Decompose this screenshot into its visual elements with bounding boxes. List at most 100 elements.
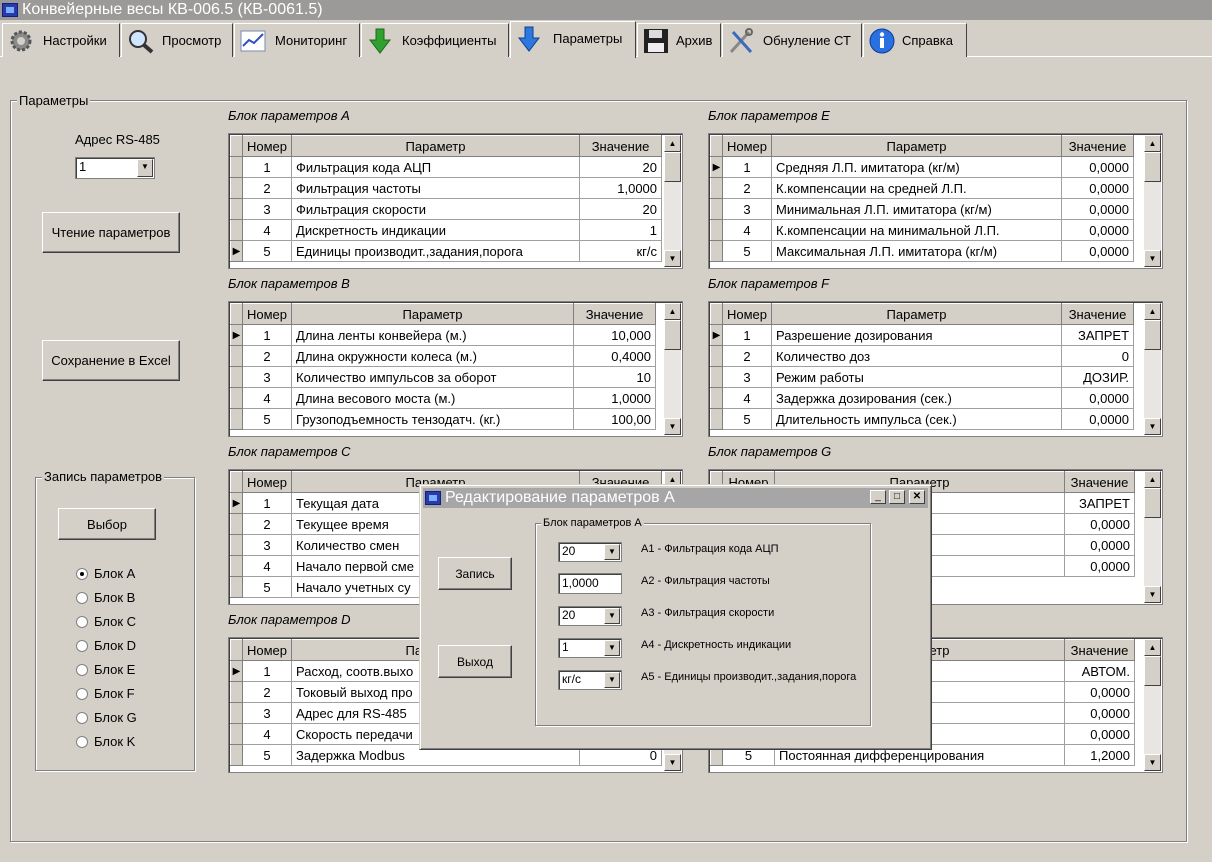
table-row[interactable]: 3 Количество импульсов за оборот 10 <box>230 366 657 388</box>
cell-number[interactable]: 3 <box>722 366 773 388</box>
radio-block-5[interactable]: Блок E <box>76 662 135 677</box>
row-indicator[interactable] <box>230 702 243 724</box>
cell-value[interactable]: 0,0000 <box>1061 240 1135 262</box>
a3-combo[interactable]: 20 ▼ <box>558 606 622 626</box>
header-value[interactable]: Значение <box>1064 639 1135 661</box>
row-indicator[interactable] <box>230 219 243 241</box>
cell-value[interactable]: ДОЗИР. <box>1061 366 1135 388</box>
cell-number[interactable]: 5 <box>242 576 293 598</box>
cell-value[interactable]: 100,00 <box>573 408 657 430</box>
cell-number[interactable]: 3 <box>242 366 293 388</box>
radio-circle-icon[interactable] <box>76 568 88 580</box>
row-indicator[interactable] <box>230 723 243 745</box>
header-parameter[interactable]: Параметр <box>291 303 575 325</box>
scroll-thumb[interactable] <box>1144 320 1161 350</box>
cell-number[interactable]: 5 <box>722 408 773 430</box>
cell-value[interactable]: 10 <box>573 366 657 388</box>
row-indicator[interactable] <box>230 177 243 199</box>
cell-value[interactable]: 0,0000 <box>1064 534 1135 556</box>
radio-circle-icon[interactable] <box>76 736 88 748</box>
tab-help[interactable]: Справка <box>863 23 967 57</box>
cell-value[interactable]: 0,0000 <box>1064 723 1135 745</box>
cell-value[interactable]: 0,0000 <box>1061 219 1135 241</box>
table-row[interactable]: 3 Минимальная Л.П. имитатора (кг/м) 0,0000 <box>710 198 1135 220</box>
row-indicator[interactable] <box>710 366 723 388</box>
cell-value[interactable]: 1 <box>579 219 663 241</box>
cell-number[interactable]: 3 <box>242 198 293 220</box>
radio-circle-icon[interactable] <box>76 592 88 604</box>
table-row[interactable]: 4 Длина весового моста (м.) 1,0000 <box>230 387 657 409</box>
cell-value[interactable]: 1,0000 <box>579 177 663 199</box>
scroll-thumb[interactable] <box>664 152 681 182</box>
row-indicator[interactable] <box>230 681 243 703</box>
row-indicator[interactable] <box>230 408 243 430</box>
scroll-down-icon[interactable]: ▼ <box>664 250 681 267</box>
table-row[interactable]: ▶ 5 Единицы производит.,задания,порога кг/с <box>230 240 663 262</box>
header-value[interactable]: Значение <box>1061 303 1135 325</box>
scroll-down-icon[interactable]: ▼ <box>1144 418 1161 435</box>
cell-number[interactable]: 2 <box>242 681 293 703</box>
chevron-down-icon[interactable]: ▼ <box>604 640 620 656</box>
radio-block-6[interactable]: Блок F <box>76 686 135 701</box>
cell-number[interactable]: 5 <box>242 240 293 262</box>
row-indicator[interactable]: ▶ <box>710 324 723 346</box>
row-indicator[interactable]: ▶ <box>230 492 243 514</box>
table-row[interactable]: 2 Количество доз 0 <box>710 345 1135 367</box>
scroll-thumb[interactable] <box>664 320 681 350</box>
header-number[interactable]: Номер <box>241 303 293 325</box>
row-indicator[interactable] <box>230 366 243 388</box>
radio-block-1[interactable]: Блок A <box>76 566 135 581</box>
tab-reset-st[interactable]: Обнуление СТ <box>722 23 862 57</box>
cell-number[interactable]: 4 <box>722 219 773 241</box>
row-indicator[interactable] <box>710 387 723 409</box>
cell-number[interactable]: 4 <box>242 387 293 409</box>
vertical-scrollbar[interactable]: ▲▼ <box>1144 303 1161 435</box>
header-parameter[interactable]: Параметр <box>771 135 1063 157</box>
tab-settings[interactable]: Настройки <box>2 23 120 57</box>
row-indicator[interactable] <box>230 555 243 577</box>
minimize-icon[interactable]: _ <box>870 490 886 504</box>
tab-coefficients[interactable]: Коэффициенты <box>361 23 509 57</box>
cell-value[interactable]: 0,0000 <box>1064 513 1135 535</box>
radio-circle-icon[interactable] <box>76 640 88 652</box>
header-parameter[interactable]: Параметр <box>771 303 1063 325</box>
a2-input[interactable]: 1,0000 <box>558 573 622 594</box>
table-row[interactable]: 5 Длительность импульса (сек.) 0,0000 <box>710 408 1135 430</box>
header-number[interactable]: Номер <box>241 471 293 493</box>
cell-value[interactable]: 0,0000 <box>1064 702 1135 724</box>
row-indicator[interactable] <box>230 513 243 535</box>
radio-circle-icon[interactable] <box>76 664 88 676</box>
cell-number[interactable]: 3 <box>242 534 293 556</box>
chevron-down-icon[interactable]: ▼ <box>604 672 620 688</box>
cell-value[interactable]: кг/с <box>579 240 663 262</box>
header-parameter[interactable]: Параметр <box>291 135 581 157</box>
a4-combo[interactable]: 1 ▼ <box>558 638 622 658</box>
a5-combo[interactable]: кг/с ▼ <box>558 670 622 690</box>
cell-number[interactable]: 1 <box>242 156 293 178</box>
select-button[interactable]: Выбор <box>58 508 156 540</box>
cell-number[interactable]: 1 <box>242 492 293 514</box>
table-row[interactable]: 4 Дискретность индикации 1 <box>230 219 663 241</box>
row-indicator[interactable] <box>230 576 243 598</box>
scroll-up-icon[interactable]: ▲ <box>664 135 681 152</box>
cell-number[interactable]: 2 <box>242 177 293 199</box>
cell-number[interactable]: 5 <box>242 744 293 766</box>
scroll-thumb[interactable] <box>1144 656 1161 686</box>
block-f-grid[interactable]: Номер Параметр Значение ▶ 1 Разрешение дозиро… <box>708 301 1163 437</box>
cell-parameter[interactable]: Длина весового моста (м.) <box>291 387 575 409</box>
cell-parameter[interactable]: Режим работы <box>771 366 1063 388</box>
cell-value[interactable]: АВТОМ. <box>1064 660 1135 682</box>
cell-parameter[interactable]: К.компенсации на минимальной Л.П. <box>771 219 1063 241</box>
cell-number[interactable]: 5 <box>242 408 293 430</box>
scroll-thumb[interactable] <box>1144 488 1161 518</box>
cell-value[interactable]: 0 <box>1061 345 1135 367</box>
row-indicator[interactable] <box>710 198 723 220</box>
close-icon[interactable]: ✕ <box>909 490 925 504</box>
cell-value[interactable]: ЗАПРЕТ <box>1061 324 1135 346</box>
cell-number[interactable]: 2 <box>242 513 293 535</box>
header-value[interactable]: Значение <box>573 303 657 325</box>
cell-number[interactable]: 1 <box>242 660 293 682</box>
table-row[interactable]: 2 К.компенсации на средней Л.П. 0,0000 <box>710 177 1135 199</box>
row-indicator[interactable]: ▶ <box>710 156 723 178</box>
save-excel-button[interactable]: Сохранение в Excel <box>42 340 180 381</box>
